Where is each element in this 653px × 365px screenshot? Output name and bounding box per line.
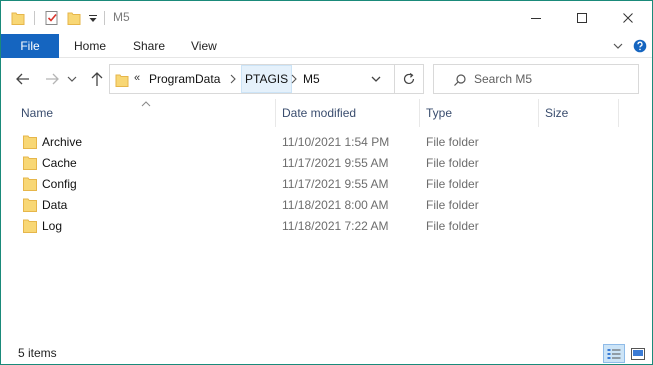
column-header-name[interactable]: Name [21,99,53,127]
file-name: Config [42,176,77,191]
file-type: File folder [426,134,479,149]
file-date-modified: 11/17/2021 9:55 AM [282,176,389,191]
tab-share[interactable]: Share [133,34,165,58]
sort-ascending-icon [141,97,151,111]
maximize-icon [577,12,587,23]
folder-icon [115,72,129,91]
close-button[interactable] [605,1,651,34]
tab-home[interactable]: Home [74,34,106,58]
expand-ribbon-button[interactable] [611,38,625,54]
minimize-icon [531,17,541,19]
navigation-bar: « ProgramData PTAGIS M5 [1,59,652,99]
folder-icon [23,155,37,173]
search-input[interactable] [474,65,634,93]
file-name: Data [42,197,68,212]
file-type: File folder [426,176,479,191]
quick-access-divider [34,11,35,25]
maximize-button[interactable] [559,1,605,34]
file-date-modified: 11/18/2021 7:22 AM [282,218,389,233]
recent-locations-button[interactable] [65,67,79,91]
column-divider[interactable] [419,99,420,127]
file-row-archive[interactable]: Archive 11/10/2021 1:54 PM File folder [1,131,652,152]
column-header-size[interactable]: Size [545,99,568,127]
folder-icon [23,176,37,194]
item-count: 5 items [18,346,57,360]
forward-arrow-icon [46,73,59,85]
back-arrow-icon [16,73,29,85]
refresh-button[interactable] [395,64,424,94]
file-name: Archive [42,134,83,149]
file-row-data[interactable]: Data 11/18/2021 8:00 AM File folder [1,194,652,215]
column-divider[interactable] [538,99,539,127]
large-icons-view-button[interactable] [627,344,649,363]
back-button[interactable] [12,67,34,91]
status-bar: 5 items [1,341,652,364]
large-icons-view-icon [631,347,645,360]
tab-view[interactable]: View [191,34,217,58]
title-bar: M5 [1,1,652,34]
close-icon [623,12,633,23]
column-headers: Name Date modified Type Size [1,99,652,127]
title-divider [104,11,105,25]
file-name: Cache [42,155,77,170]
breadcrumb-programdata[interactable]: ProgramData [149,65,220,93]
folder-icon [23,134,37,152]
breadcrumb-ptagis[interactable]: PTAGIS [241,65,293,93]
chevron-right-icon[interactable] [290,73,298,88]
file-date-modified: 11/10/2021 1:54 PM [282,134,390,149]
column-header-date-modified[interactable]: Date modified [282,99,356,127]
path-overflow-icon[interactable]: « [134,72,140,84]
file-date-modified: 11/18/2021 8:00 AM [282,197,389,212]
file-type: File folder [426,218,479,233]
column-header-type[interactable]: Type [426,99,452,127]
file-row-config[interactable]: Config 11/17/2021 9:55 AM File folder [1,173,652,194]
file-list: Archive 11/10/2021 1:54 PM File folder C… [1,131,652,236]
chevron-down-icon [613,43,623,49]
tab-file[interactable]: File [1,34,59,58]
explorer-window: M5 File Home Share View « ProgramData PT… [0,0,653,365]
folder-icon[interactable] [11,1,25,34]
file-name: Log [42,218,63,233]
column-divider[interactable] [275,99,276,127]
folder-icon [23,197,37,215]
details-view-icon [607,348,621,359]
properties-icon[interactable] [44,1,60,34]
file-date-modified: 11/17/2021 9:55 AM [282,155,389,170]
address-bar[interactable]: « ProgramData PTAGIS M5 [109,64,395,94]
chevron-right-icon[interactable] [229,73,237,88]
up-arrow-icon [91,72,103,86]
help-button[interactable] [632,38,648,54]
minimize-button[interactable] [513,1,559,34]
search-box[interactable] [433,64,639,94]
details-view-button[interactable] [603,344,625,363]
file-type: File folder [426,155,479,170]
search-icon [453,73,467,90]
folder-icon [23,218,37,236]
file-row-cache[interactable]: Cache 11/17/2021 9:55 AM File folder [1,152,652,173]
window-title: M5 [113,10,130,24]
up-button[interactable] [86,67,108,91]
forward-button[interactable] [41,67,63,91]
breadcrumb-m5[interactable]: M5 [303,65,320,93]
ribbon-tabs: File Home Share View [1,34,652,58]
customize-toolbar-icon[interactable] [88,1,98,34]
help-icon [633,39,647,53]
chevron-down-icon [67,76,77,82]
file-row-log[interactable]: Log 11/18/2021 7:22 AM File folder [1,215,652,236]
file-type: File folder [426,197,479,212]
new-folder-icon[interactable] [67,1,81,34]
column-divider[interactable] [618,99,619,127]
chevron-down-icon[interactable] [370,73,382,88]
refresh-icon [403,73,415,85]
